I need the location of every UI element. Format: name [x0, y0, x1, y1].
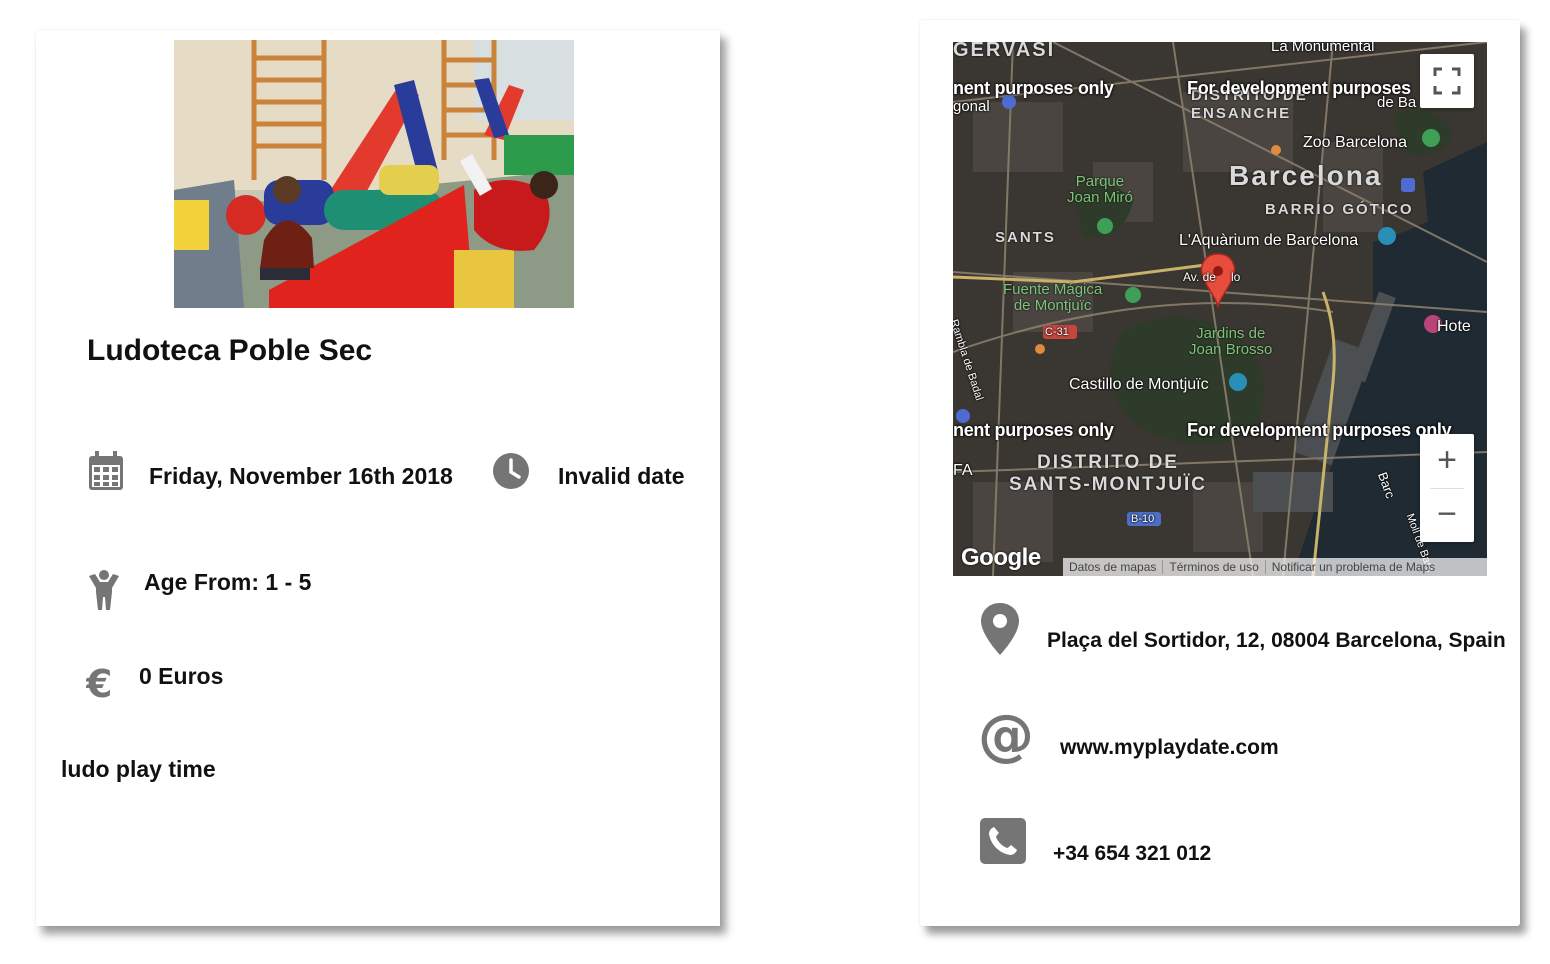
map-label-b10: B-10 [1131, 513, 1155, 525]
google-logo: Google [961, 544, 1041, 571]
attribution-map-data[interactable]: Datos de mapas [1063, 560, 1162, 574]
map-label-montjuic: DISTRITO DE SANTS-MONTJUÏC [1009, 452, 1207, 495]
child-icon [89, 570, 119, 610]
fullscreen-icon [1433, 67, 1461, 95]
euro-icon: € [86, 664, 112, 702]
venue-website[interactable]: www.myplaydate.com [1060, 736, 1279, 760]
dev-watermark-2: For development purposes [1187, 78, 1411, 98]
map-label-av: Av. de [1183, 270, 1216, 284]
venue-card: GERVASI La Monumental gonal DISTRITO DE E… [920, 20, 1520, 926]
map-label-castillo: Castillo de Montjuïc [1069, 376, 1209, 393]
zoom-in-button[interactable]: + [1420, 434, 1474, 488]
map-label-c31: C-31 [1045, 326, 1069, 338]
event-date: Friday, November 16th 2018 [149, 463, 453, 489]
map-label-fuente: Fuente Mágica de Montjuïc [1003, 281, 1103, 314]
dev-watermark-4: For development purposes only [1187, 420, 1452, 440]
age-range: Age From: 1 - 5 [144, 569, 312, 595]
map-label-fa: FA [953, 462, 973, 479]
map-label-gotico: BARRIO GÓTICO [1265, 201, 1414, 218]
map-label-parque: Parque Joan Miró [1067, 173, 1133, 206]
event-price: 0 Euros [139, 663, 224, 689]
event-title: Ludoteca Poble Sec [87, 334, 373, 367]
dev-watermark-1: nent purposes only [953, 78, 1114, 98]
attribution-report[interactable]: Notificar un problema de Maps [1264, 560, 1441, 574]
map-attribution: Datos de mapas Términos de uso Notificar… [1063, 558, 1487, 576]
svg-text:€: € [86, 664, 112, 702]
phone-icon [980, 818, 1026, 864]
dev-watermark-3: nent purposes only [953, 420, 1114, 440]
map-view[interactable]: GERVASI La Monumental gonal DISTRITO DE E… [953, 42, 1487, 576]
venue-address: Plaça del Sortidor, 12, 08004 Barcelona,… [1047, 629, 1506, 652]
attribution-terms[interactable]: Términos de uso [1162, 560, 1264, 574]
fullscreen-button[interactable] [1420, 54, 1474, 108]
clock-icon [493, 453, 529, 489]
event-time: Invalid date [558, 463, 685, 489]
map-label-monumental: La Monumental [1271, 42, 1375, 55]
map-label-av-end: lo [1231, 270, 1241, 284]
map-label-gervasi: GERVASI [953, 42, 1056, 61]
svg-text:@: @ [978, 708, 1034, 764]
zoom-control: + − [1420, 434, 1474, 542]
map-label-sants: SANTS [995, 229, 1056, 246]
map-label-gonal: gonal [953, 98, 990, 115]
zoom-out-button[interactable]: − [1420, 488, 1474, 542]
map-label-zoo: Zoo Barcelona [1303, 134, 1408, 151]
event-photo [174, 40, 574, 308]
location-pin-icon [981, 603, 1019, 655]
venue-phone[interactable]: +34 654 321 012 [1053, 842, 1211, 866]
event-card: Ludoteca Poble Sec Friday, November 16th… [36, 30, 720, 926]
map-label-barcelona: Barcelona [1229, 160, 1383, 191]
map-label-aquarium: L'Aquàrium de Barcelona [1179, 232, 1359, 249]
map-label-jardins: Jardins de Joan Brosso [1189, 325, 1273, 358]
map-label-hotel: Hote [1437, 318, 1471, 335]
calendar-icon [89, 451, 123, 490]
event-description: ludo play time [61, 756, 216, 782]
at-icon: @ [978, 708, 1034, 764]
